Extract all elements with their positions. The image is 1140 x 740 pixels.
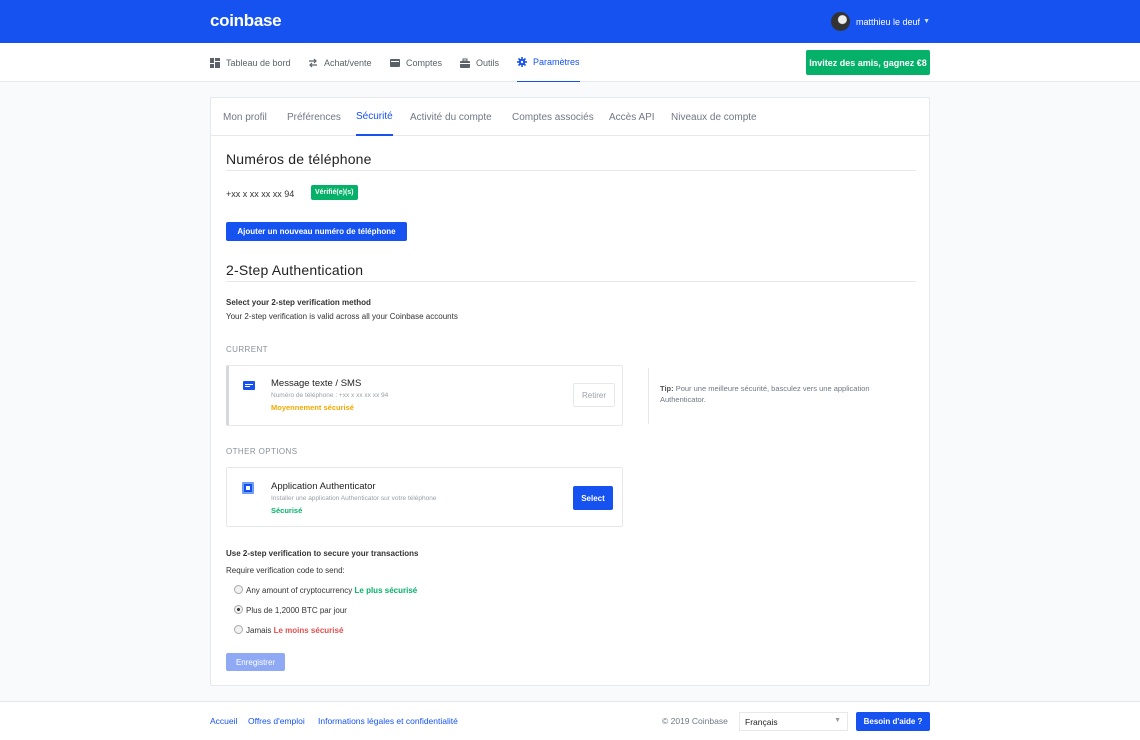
select-authenticator-button[interactable]: Select bbox=[573, 486, 613, 510]
coinbase-logo[interactable]: coinbase bbox=[210, 11, 282, 31]
nav-item-label: Tableau de bord bbox=[226, 57, 291, 68]
top-bar: coinbase matthieu le deuf ▼ bbox=[0, 0, 1140, 43]
nav-item-label: Paramètres bbox=[533, 57, 580, 67]
nav-item-label: Comptes bbox=[406, 57, 443, 68]
radio-label-btc-threshold: Plus de 1,2000 BTC par jour bbox=[246, 606, 347, 615]
current-label: CURRENT bbox=[226, 345, 268, 354]
gear-icon bbox=[517, 57, 527, 67]
transactions-desc: Require verification code to send: bbox=[226, 566, 345, 575]
nav-item-settings[interactable]: Paramètres bbox=[517, 43, 580, 82]
nav-item-accounts[interactable]: Comptes bbox=[390, 43, 442, 82]
dashboard-icon bbox=[210, 57, 220, 68]
tab-preferences[interactable]: Préférences bbox=[287, 98, 341, 136]
current-method-security: Moyennement sécurisé bbox=[271, 403, 354, 412]
nav-item-buy-sell[interactable]: Achat/vente bbox=[308, 43, 372, 82]
select-method-heading: Select your 2-step verification method bbox=[226, 298, 371, 307]
nav-item-tools[interactable]: Outils bbox=[460, 43, 499, 82]
main-nav: Tableau de bord Achat/vente Comptes Outi… bbox=[0, 43, 1140, 82]
current-method-title: Message texte / SMS bbox=[271, 378, 362, 389]
help-button[interactable]: Besoin d'aide ? bbox=[856, 712, 930, 731]
user-menu[interactable]: matthieu le deuf ▼ bbox=[831, 12, 930, 31]
radio-never[interactable] bbox=[234, 625, 243, 634]
tip-box: Tip: Pour une meilleure sécurité, bascul… bbox=[648, 368, 888, 424]
authenticator-option-card: Application Authenticator Installer une … bbox=[226, 467, 623, 527]
authenticator-title: Application Authenticator bbox=[271, 481, 376, 492]
footer: Accueil Offres d'emploi Informations lég… bbox=[0, 701, 1140, 740]
divider bbox=[226, 170, 916, 171]
nav-item-label: Achat/vente bbox=[324, 57, 372, 68]
sms-icon bbox=[243, 381, 255, 390]
transactions-heading: Use 2-step verification to secure your t… bbox=[226, 549, 419, 558]
radio-label-never: Jamais Le moins sécurisé bbox=[246, 626, 344, 635]
footer-link-legal[interactable]: Informations légales et confidentialité bbox=[318, 716, 458, 726]
tip-text: Pour une meilleure sécurité, basculez ve… bbox=[660, 384, 870, 404]
nav-item-label: Outils bbox=[476, 57, 500, 68]
two-step-title: 2-Step Authentication bbox=[226, 262, 364, 278]
radio-btc-threshold[interactable] bbox=[234, 605, 243, 614]
current-method-card: Message texte / SMS Numéro de téléphone … bbox=[226, 365, 623, 426]
tab-linked-accounts[interactable]: Comptes associés bbox=[512, 98, 594, 136]
swap-icon bbox=[309, 58, 317, 67]
authenticator-security: Sécurisé bbox=[271, 506, 303, 515]
language-value: Français bbox=[745, 716, 778, 727]
least-secure-tag: Le moins sécurisé bbox=[273, 626, 344, 635]
select-method-desc: Your 2-step verification is valid across… bbox=[226, 312, 458, 321]
toolbox-icon bbox=[460, 58, 470, 68]
tab-api-access[interactable]: Accès API bbox=[609, 98, 655, 136]
phones-title: Numéros de téléphone bbox=[226, 151, 372, 167]
other-options-label: OTHER OPTIONS bbox=[226, 447, 298, 456]
chevron-down-icon: ▼ bbox=[834, 717, 841, 724]
radio-label-any-amount: Any amount of cryptocurrency Le plus séc… bbox=[246, 586, 418, 595]
tab-account-levels[interactable]: Niveaux de compte bbox=[671, 98, 757, 136]
user-name: matthieu le deuf bbox=[856, 16, 921, 27]
save-button[interactable]: Enregistrer bbox=[226, 653, 285, 671]
radio-any-amount[interactable] bbox=[234, 585, 243, 594]
tip-label: Tip: bbox=[660, 384, 674, 393]
authenticator-subtitle: Installer une application Authenticator … bbox=[271, 495, 437, 502]
footer-link-careers[interactable]: Offres d'emploi bbox=[248, 716, 305, 726]
invite-friends-button[interactable]: Invitez des amis, gagnez €8 bbox=[806, 50, 930, 75]
remove-method-button[interactable]: Retirer bbox=[573, 383, 615, 407]
wallet-icon bbox=[390, 58, 400, 67]
phone-number: +xx x xx xx xx 94 bbox=[226, 189, 295, 199]
settings-tabs: Mon profil Préférences Sécurité Activité… bbox=[211, 98, 929, 136]
language-select[interactable]: Français ▼ bbox=[739, 712, 848, 731]
settings-card: Mon profil Préférences Sécurité Activité… bbox=[210, 97, 930, 686]
verified-badge: Vérifié(e)(s) bbox=[311, 185, 358, 200]
add-phone-button[interactable]: Ajouter un nouveau numéro de téléphone bbox=[226, 222, 407, 241]
tab-account-activity[interactable]: Activité du compte bbox=[410, 98, 492, 136]
tab-profile[interactable]: Mon profil bbox=[223, 98, 267, 136]
chevron-down-icon: ▼ bbox=[923, 18, 930, 25]
divider bbox=[226, 281, 916, 282]
most-secure-tag: Le plus sécurisé bbox=[354, 586, 418, 595]
nav-item-dashboard[interactable]: Tableau de bord bbox=[210, 43, 291, 82]
footer-link-home[interactable]: Accueil bbox=[210, 716, 237, 726]
tab-security[interactable]: Sécurité bbox=[356, 98, 393, 136]
authenticator-icon bbox=[242, 482, 254, 494]
avatar bbox=[831, 12, 851, 31]
current-method-subtitle: Numéro de téléphone : +xx x xx xx xx 94 bbox=[271, 392, 389, 399]
copyright: © 2019 Coinbase bbox=[662, 716, 728, 726]
